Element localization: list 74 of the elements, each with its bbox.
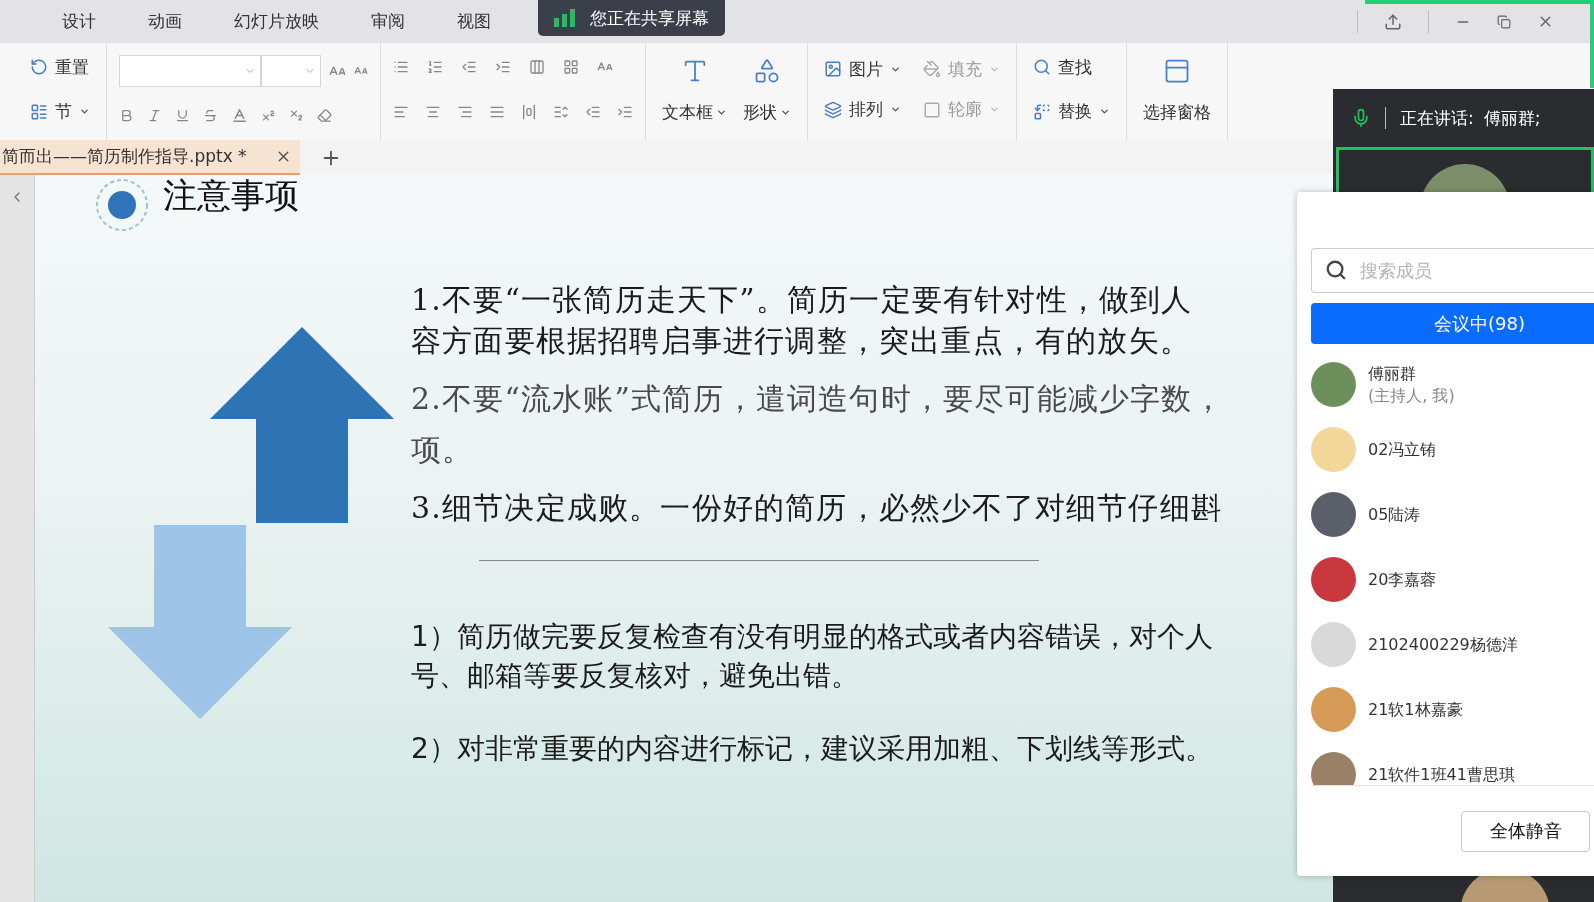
slide-text-line: 1）简历做完要反复检查有没有明显的格式或者内容错误，对个人: [411, 619, 1213, 655]
signal-bars-icon: [554, 9, 576, 27]
avatar: [1311, 362, 1356, 407]
search-icon: [1325, 259, 1347, 281]
slide-text-line: 号、邮箱等要反复核对，避免出错。: [411, 658, 859, 694]
eraser-icon[interactable]: [317, 108, 332, 123]
avatar: [1311, 687, 1356, 732]
toolbar-button[interactable]: 排列: [820, 96, 905, 124]
slide-text-line: 2）对非常重要的内容进行标记，建议采用加粗、下划线等形式。: [411, 731, 1213, 767]
avatar: [1311, 557, 1356, 602]
slide-title: 注意事项: [163, 174, 299, 217]
reset-icon: [30, 58, 48, 77]
menu-tab[interactable]: 视图: [457, 10, 491, 33]
member-role: (主持人, 我): [1368, 384, 1455, 407]
toolbar-button[interactable]: 图片: [820, 55, 905, 83]
toolbar-button[interactable]: 文本框: [658, 49, 731, 130]
subscript-icon[interactable]: [289, 108, 304, 123]
members-tab[interactable]: 会议中(98): [1311, 303, 1594, 344]
toolbar-button[interactable]: 节: [26, 98, 94, 126]
outline-square-icon: [923, 100, 941, 119]
member-name[interactable]: 02冯立铕: [1368, 438, 1437, 461]
avatar: [1311, 492, 1356, 537]
restore-icon[interactable]: [1497, 14, 1511, 29]
member-name[interactable]: 20李嘉蓉: [1368, 568, 1437, 591]
distribute-icon[interactable]: [521, 103, 537, 120]
font-color-icon[interactable]: [231, 107, 248, 124]
member-name[interactable]: 傅丽群: [1368, 362, 1455, 385]
font-name-field[interactable]: [119, 55, 261, 87]
layers-icon: [824, 100, 842, 119]
numbered-list-icon[interactable]: [427, 59, 443, 76]
caret-icon: [716, 107, 727, 118]
avatar: [1311, 752, 1356, 785]
underline-icon[interactable]: [175, 108, 190, 123]
image-icon: [824, 60, 842, 79]
slide-text-line: 项。: [411, 431, 474, 469]
bold-icon[interactable]: [119, 108, 134, 123]
speaker-name: 傅丽群;: [1483, 106, 1541, 130]
toolbar-button[interactable]: 替换: [1029, 98, 1114, 126]
strikethrough-icon[interactable]: [203, 108, 218, 123]
bullet-circle-icon: [95, 178, 149, 232]
shapes-icon: [753, 57, 781, 85]
slide-text-line: 1.不要“一张简历走天下”。简历一定要有针对性，做到人: [411, 281, 1193, 319]
superscript-icon[interactable]: [261, 108, 276, 123]
menu-tab[interactable]: 设计: [62, 10, 96, 33]
caret-icon: [780, 107, 791, 118]
member-name[interactable]: 21软1林嘉豪: [1368, 698, 1463, 721]
section-icon: [30, 102, 48, 121]
paint-bucket-icon: [923, 60, 941, 79]
italic-icon[interactable]: [147, 108, 162, 123]
replace-icon: [1033, 102, 1051, 121]
menu-tab[interactable]: 审阅: [371, 10, 405, 33]
pane-icon: [1163, 57, 1191, 85]
mute-all-button[interactable]: 全体静音: [1461, 810, 1590, 852]
toolbar-button[interactable]: 形状: [739, 49, 795, 130]
avatar: [1311, 622, 1356, 667]
font-size-field[interactable]: [261, 55, 321, 87]
slide-text-line: 容方面要根据招聘启事进行调整，突出重点，有的放矢。: [411, 322, 1191, 360]
toolbar-button[interactable]: 重置: [26, 53, 94, 81]
member-name[interactable]: 05陆涛: [1368, 503, 1421, 526]
slide-text-line: 2.不要“流水账”式简历，遣词造句时，要尽可能减少字数，: [411, 380, 1224, 418]
member-name[interactable]: 2102400229杨德洋: [1368, 633, 1518, 656]
menu-tab[interactable]: 幻灯片放映: [234, 10, 319, 33]
avatar: [1311, 427, 1356, 472]
sharing-text: 您正在共享屏幕: [590, 6, 709, 30]
toolbar-button[interactable]: 查找: [1029, 53, 1114, 81]
speaking-label: 正在讲话:: [1400, 106, 1474, 130]
toolbar-button[interactable]: 选择窗格: [1139, 49, 1215, 130]
menu-tab[interactable]: 动画: [148, 10, 182, 33]
microphone-icon: [1351, 108, 1371, 128]
document-tab[interactable]: 简而出——简历制作指导.pptx *: [0, 140, 300, 175]
search-field[interactable]: 搜索成员: [1311, 248, 1594, 293]
search-icon: [1033, 58, 1051, 77]
member-name[interactable]: 21软件1班41曹思琪: [1368, 763, 1515, 785]
slide-text-line: 3.细节决定成败。一份好的简历，必然少不了对细节仔细斟: [411, 489, 1223, 527]
